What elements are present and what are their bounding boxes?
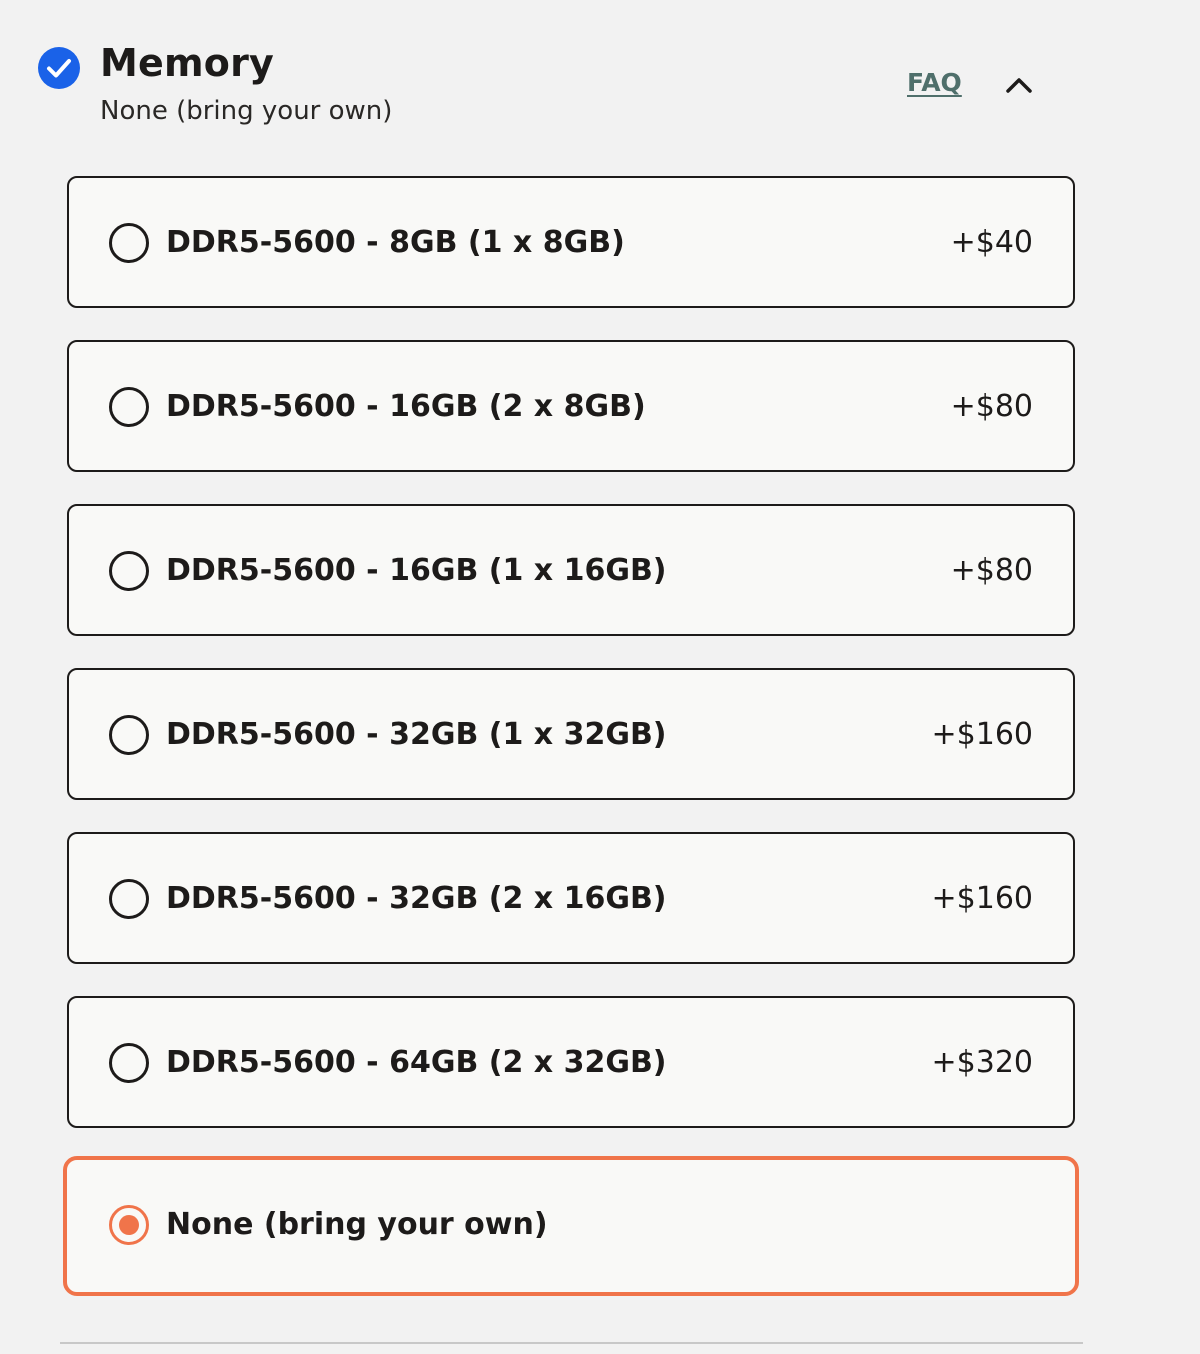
memory-option-64gb-2x32[interactable]: DDR5-5600 - 64GB (2 x 32GB) +$320 <box>67 996 1075 1128</box>
radio-button[interactable] <box>109 879 149 919</box>
option-price: +$320 <box>931 1045 1033 1080</box>
memory-option-16gb-1x16[interactable]: DDR5-5600 - 16GB (1 x 16GB) +$80 <box>67 504 1075 636</box>
collapse-toggle-button[interactable] <box>998 68 1040 102</box>
check-circle-icon <box>38 47 80 89</box>
memory-option-8gb-1x8[interactable]: DDR5-5600 - 8GB (1 x 8GB) +$40 <box>67 176 1075 308</box>
option-label: DDR5-5600 - 64GB (2 x 32GB) <box>166 1045 667 1080</box>
radio-button[interactable] <box>109 715 149 755</box>
selected-summary: None (bring your own) <box>100 96 393 126</box>
radio-button[interactable] <box>109 223 149 263</box>
option-label: None (bring your own) <box>166 1207 548 1242</box>
memory-option-32gb-1x32[interactable]: DDR5-5600 - 32GB (1 x 32GB) +$160 <box>67 668 1075 800</box>
radio-button[interactable] <box>109 551 149 591</box>
radio-button[interactable] <box>109 387 149 427</box>
memory-option-16gb-2x8[interactable]: DDR5-5600 - 16GB (2 x 8GB) +$80 <box>67 340 1075 472</box>
option-price: +$80 <box>950 389 1033 424</box>
memory-options-list: DDR5-5600 - 8GB (1 x 8GB) +$40 DDR5-5600… <box>63 176 1079 1328</box>
chevron-up-icon <box>1006 78 1032 93</box>
option-label: DDR5-5600 - 16GB (1 x 16GB) <box>166 553 667 588</box>
option-price: +$40 <box>950 225 1033 260</box>
memory-option-none[interactable]: None (bring your own) <box>63 1156 1079 1296</box>
memory-option-32gb-2x16[interactable]: DDR5-5600 - 32GB (2 x 16GB) +$160 <box>67 832 1075 964</box>
option-price: +$160 <box>931 881 1033 916</box>
option-price: +$160 <box>931 717 1033 752</box>
memory-section-header: Memory None (bring your own) FAQ <box>0 0 1200 150</box>
option-label: DDR5-5600 - 32GB (1 x 32GB) <box>166 717 667 752</box>
section-divider <box>60 1342 1083 1344</box>
faq-link[interactable]: FAQ <box>907 66 962 100</box>
option-price: +$80 <box>950 553 1033 588</box>
section-title: Memory <box>100 41 274 85</box>
radio-button[interactable] <box>109 1043 149 1083</box>
option-label: DDR5-5600 - 32GB (2 x 16GB) <box>166 881 667 916</box>
option-label: DDR5-5600 - 16GB (2 x 8GB) <box>166 389 646 424</box>
radio-button-selected[interactable] <box>109 1205 149 1245</box>
option-label: DDR5-5600 - 8GB (1 x 8GB) <box>166 225 625 260</box>
